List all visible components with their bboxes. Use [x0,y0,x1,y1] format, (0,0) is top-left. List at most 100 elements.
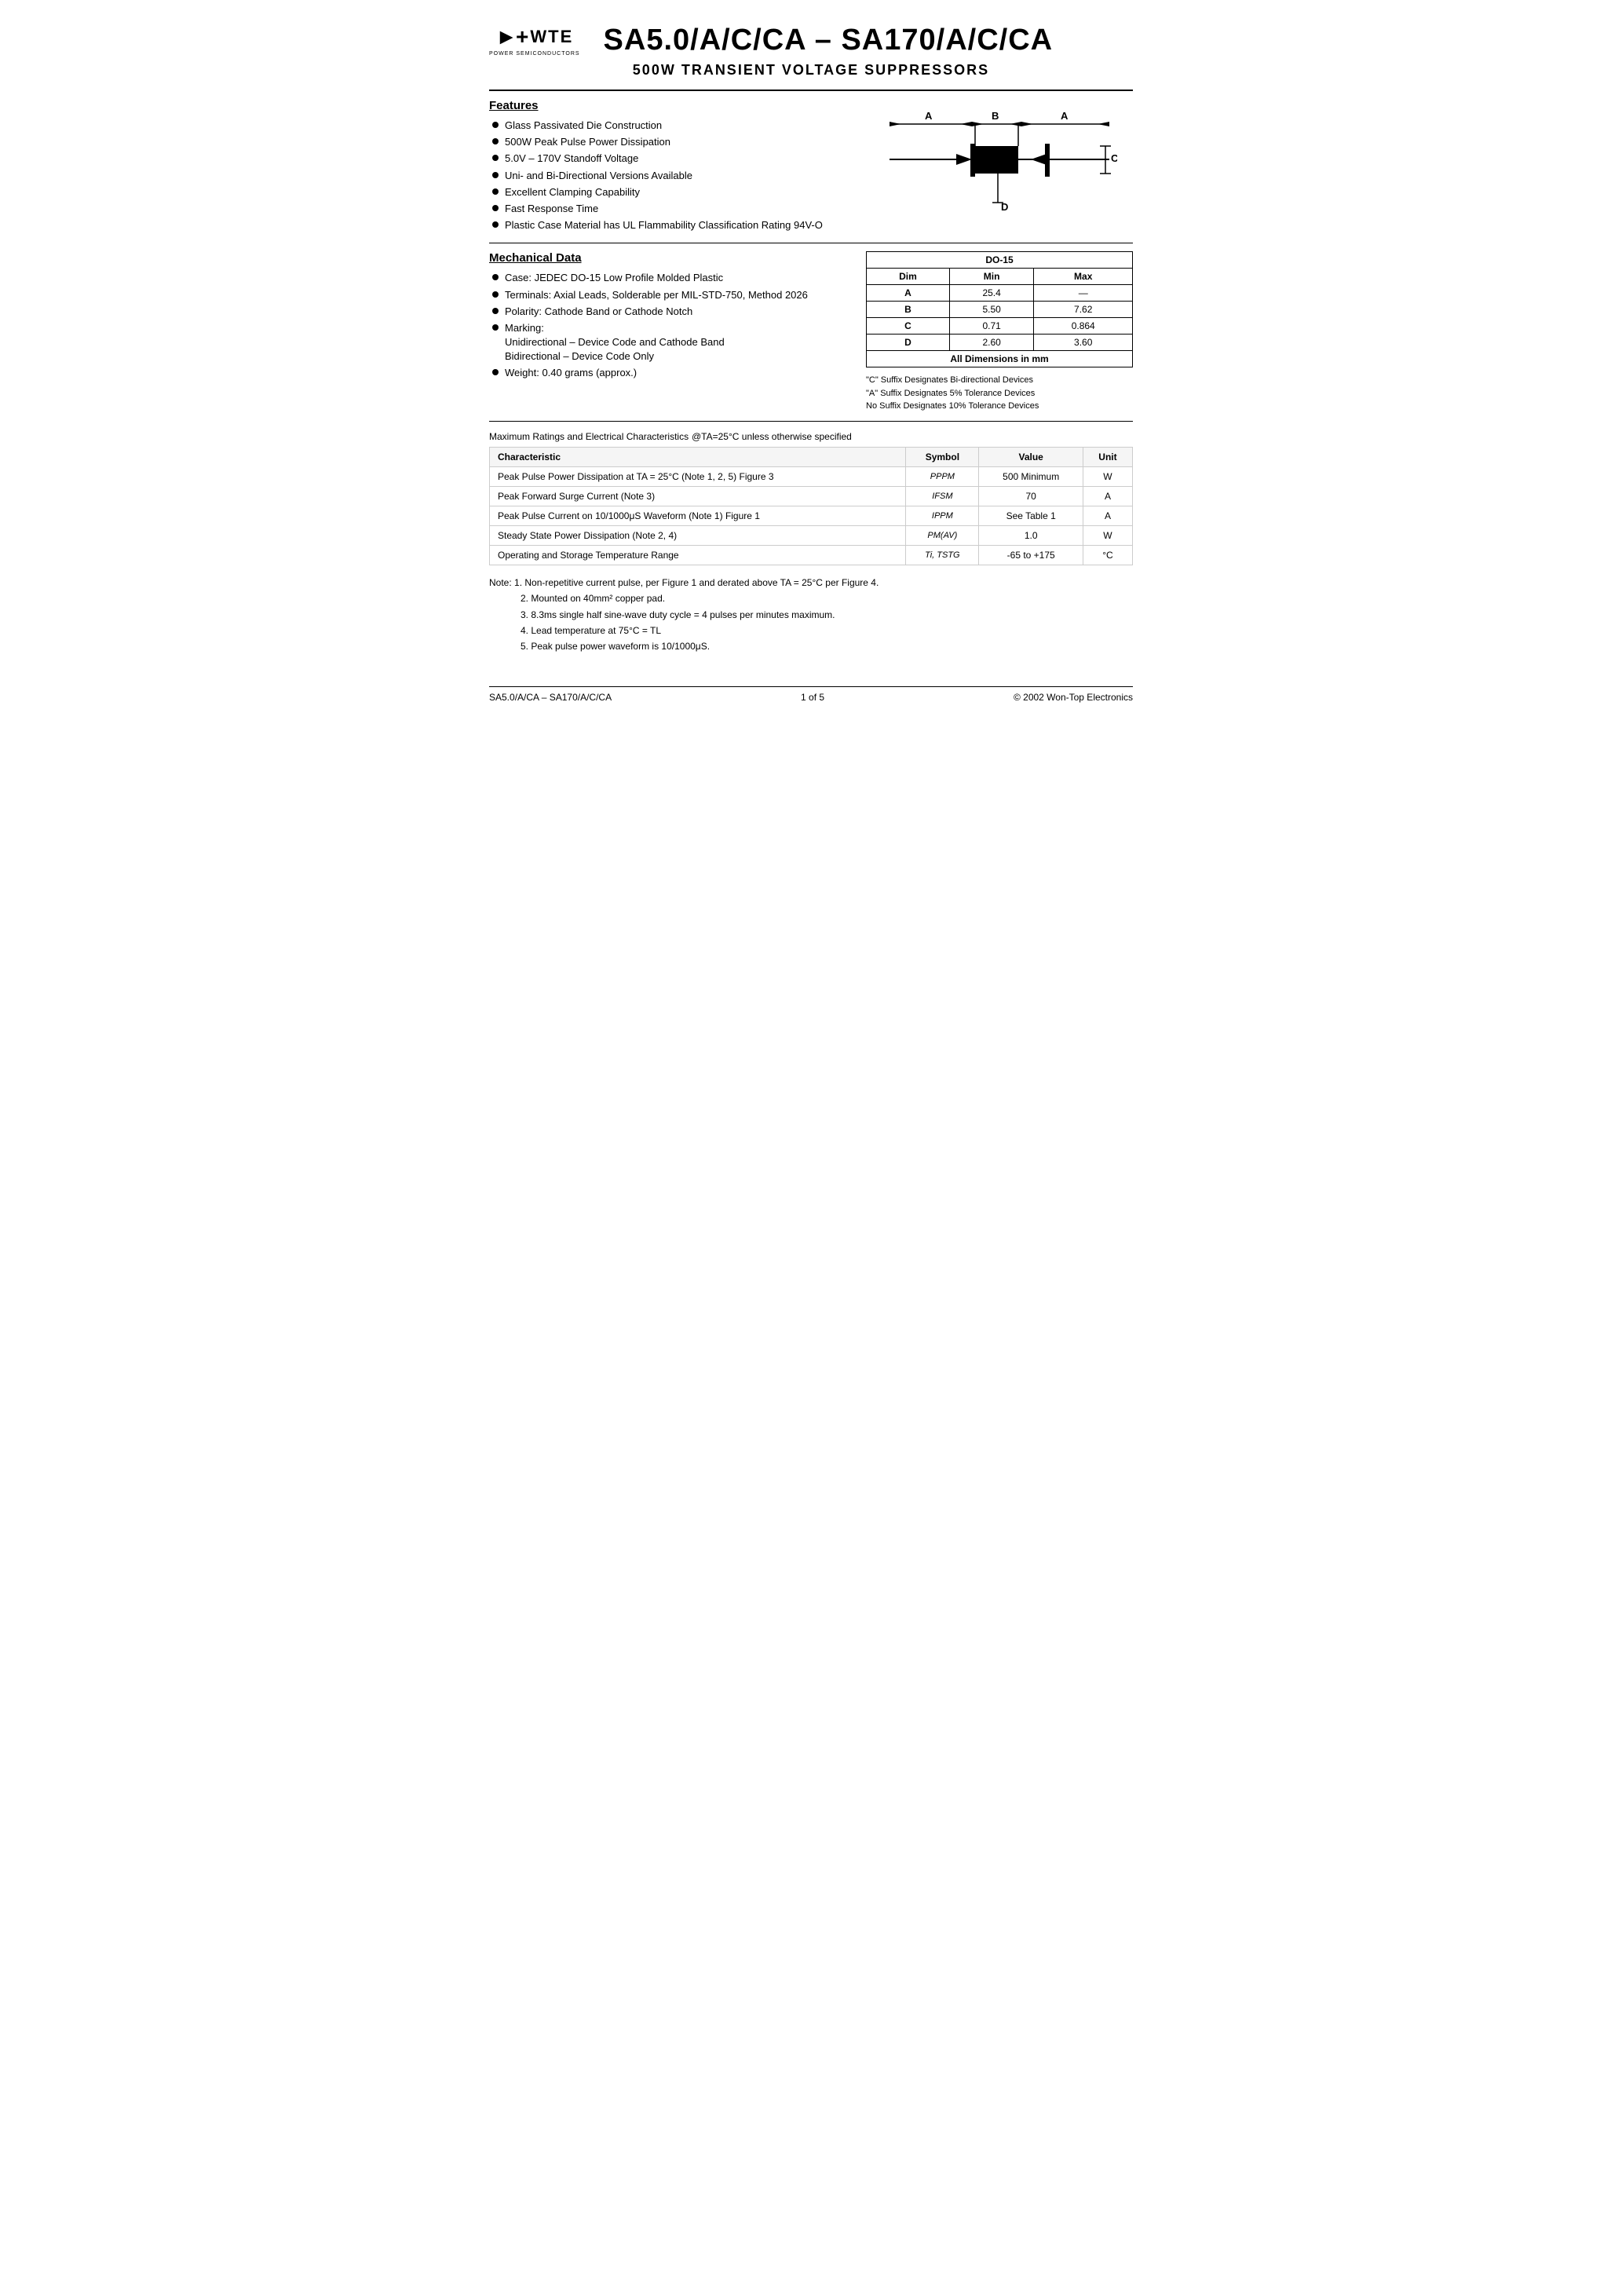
ratings-header-row: Characteristic Symbol Value Unit [490,447,1133,466]
logo-wte: ►+ WTE [495,24,573,49]
dimensions-table: DO-15 Dim Min Max A 25.4 — B 5.50 7.62 [866,251,1133,367]
max-b: 7.62 [1034,302,1133,318]
bullet-icon [492,324,499,331]
value-1: 500 Minimum [979,466,1083,486]
features-left: Features Glass Passivated Die Constructi… [489,99,850,235]
bullet-icon [492,369,499,375]
list-item: Weight: 0.40 grams (approx.) [492,366,850,380]
unit-2: A [1083,486,1132,506]
footer-center: 1 of 5 [801,692,824,703]
list-item: Excellent Clamping Capability [492,185,850,199]
dim-a: A [867,285,950,302]
logo-arrow-icon: ►+ [495,24,527,49]
footer-left: SA5.0/A/CA – SA170/A/C/CA [489,692,612,703]
table-row: Steady State Power Dissipation (Note 2, … [490,525,1133,545]
bullet-icon [492,221,499,228]
svg-text:B: B [992,110,999,122]
unit-header: Unit [1083,447,1132,466]
table-row: B 5.50 7.62 [867,302,1133,318]
notes-items: 2. Mounted on 40mm² copper pad. 3. 8.3ms… [521,590,1133,655]
max-c: 0.864 [1034,318,1133,335]
min-c: 0.71 [949,318,1034,335]
bullet-icon [492,155,499,161]
dim-b: B [867,302,950,318]
notes-intro: Note: 1. Non-repetitive current pulse, p… [489,575,1133,590]
page-footer: SA5.0/A/CA – SA170/A/C/CA 1 of 5 © 2002 … [489,686,1133,703]
svg-text:C: C [1111,152,1117,164]
char-3: Peak Pulse Current on 10/1000μS Waveform… [490,506,906,525]
value-2: 70 [979,486,1083,506]
page-header: ►+ WTE POWER SEMICONDUCTORS SA5.0/A/C/CA… [489,24,1133,57]
mechanical-title: Mechanical Data [489,251,850,265]
value-header: Value [979,447,1083,466]
logo-area: ►+ WTE POWER SEMICONDUCTORS [489,24,580,57]
table-row: Peak Forward Surge Current (Note 3) IFSM… [490,486,1133,506]
bullet-icon [492,308,499,314]
features-section: Features Glass Passivated Die Constructi… [489,99,1133,235]
suffix-note-3: No Suffix Designates 10% Tolerance Devic… [866,400,1133,413]
symbol-2: IFSM [906,486,979,506]
dim-d: D [867,335,950,351]
symbol-1: PPPM [906,466,979,486]
sub-title: 500W TRANSIENT VOLTAGE SUPPRESSORS [489,62,1133,79]
suffix-note-1: "C" Suffix Designates Bi-directional Dev… [866,374,1133,387]
mechanical-section: Mechanical Data Case: JEDEC DO-15 Low Pr… [489,251,1133,413]
list-item: Glass Passivated Die Construction [492,119,850,133]
diode-diagram-svg: A B A C D [882,108,1117,226]
bullet-icon [492,274,499,280]
unit-5: °C [1083,545,1132,565]
dim-table-title: DO-15 [867,252,1133,269]
suffix-note-2: "A" Suffix Designates 5% Tolerance Devic… [866,387,1133,400]
list-item: Terminals: Axial Leads, Solderable per M… [492,288,850,302]
char-4: Steady State Power Dissipation (Note 2, … [490,525,906,545]
symbol-3: IPPM [906,506,979,525]
note-3: 3. 8.3ms single half sine-wave duty cycl… [521,607,1133,623]
list-item: Polarity: Cathode Band or Cathode Notch [492,305,850,319]
bullet-icon [492,291,499,298]
table-row: Peak Pulse Power Dissipation at TA = 25°… [490,466,1133,486]
table-row: C 0.71 0.864 [867,318,1133,335]
list-item: Fast Response Time [492,202,850,216]
logo-text: WTE [530,27,573,47]
char-5: Operating and Storage Temperature Range [490,545,906,565]
list-item: Marking: Unidirectional – Device Code an… [492,321,850,364]
bullet-icon [492,138,499,144]
mechanical-left: Mechanical Data Case: JEDEC DO-15 Low Pr… [489,251,850,413]
min-d: 2.60 [949,335,1034,351]
bullet-icon [492,205,499,211]
max-a: — [1034,285,1133,302]
char-header: Characteristic [490,447,906,466]
bullet-icon [492,122,499,128]
logo-sub: POWER SEMICONDUCTORS [489,51,580,57]
section-divider-2 [489,421,1133,422]
mechanical-list: Case: JEDEC DO-15 Low Profile Molded Pla… [489,271,850,380]
dim-col-header: Dim [867,269,950,285]
list-item: 500W Peak Pulse Power Dissipation [492,135,850,149]
unit-1: W [1083,466,1132,486]
ratings-table: Characteristic Symbol Value Unit Peak Pu… [489,447,1133,565]
table-row: Peak Pulse Current on 10/1000μS Waveform… [490,506,1133,525]
header-divider [489,90,1133,91]
table-row: A 25.4 — [867,285,1133,302]
bullet-icon [492,188,499,195]
table-row: D 2.60 3.60 [867,335,1133,351]
unit-3: A [1083,506,1132,525]
features-title: Features [489,99,850,112]
note-2: 2. Mounted on 40mm² copper pad. [521,590,1133,606]
unit-4: W [1083,525,1132,545]
svg-text:D: D [1001,201,1008,213]
bullet-icon [492,172,499,178]
main-title: SA5.0/A/C/CA – SA170/A/C/CA [604,24,1133,57]
suffix-notes: "C" Suffix Designates Bi-directional Dev… [866,374,1133,413]
table-row-footer: All Dimensions in mm [867,351,1133,367]
symbol-4: PM(AV) [906,525,979,545]
max-ratings-title: Maximum Ratings and Electrical Character… [489,430,1133,442]
note-4: 4. Lead temperature at 75°C = TL [521,623,1133,638]
dim-c: C [867,318,950,335]
symbol-header: Symbol [906,447,979,466]
note-5: 5. Peak pulse power waveform is 10/1000μ… [521,638,1133,654]
list-item: Plastic Case Material has UL Flammabilit… [492,218,850,232]
max-col-header: Max [1034,269,1133,285]
value-3: See Table 1 [979,506,1083,525]
features-diagram: A B A C D [866,99,1133,235]
